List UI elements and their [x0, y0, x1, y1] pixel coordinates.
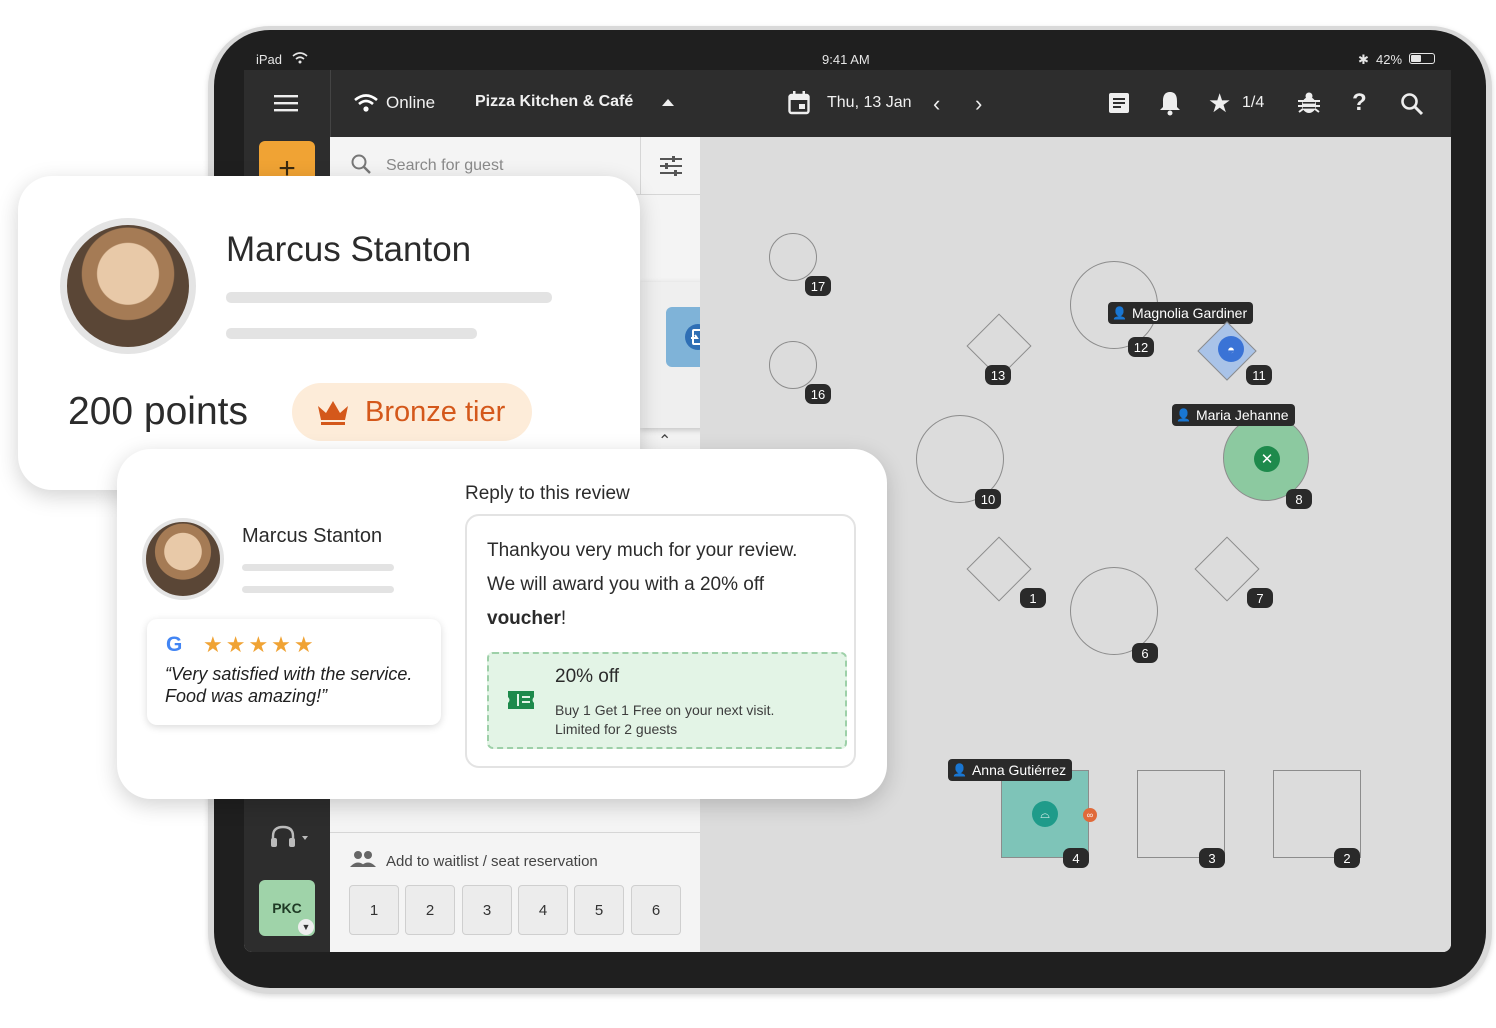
person-icon: 👤	[1176, 408, 1191, 422]
bell-icon[interactable]	[1158, 90, 1182, 116]
table-number: 4	[1063, 848, 1089, 868]
people-icon	[350, 851, 376, 867]
placeholder-line	[242, 586, 394, 593]
table-3[interactable]	[1137, 770, 1225, 858]
voucher-detail: Limited for 2 guests	[555, 721, 678, 737]
placeholder-line	[226, 292, 552, 303]
reviewer-avatar	[142, 518, 224, 600]
points-value: 200 points	[68, 390, 248, 433]
placeholder-line	[226, 328, 477, 339]
dining-status-icon: ◓	[1218, 336, 1244, 362]
tier-label: Bronze tier	[365, 396, 506, 428]
cutlery-icon: ✕	[1254, 446, 1280, 472]
sliders-icon	[660, 155, 682, 176]
bluetooth-icon: ✱	[1358, 52, 1369, 67]
status-battery: 42%	[1376, 52, 1403, 67]
restaurant-selector[interactable]: Pizza Kitchen & Café	[475, 93, 633, 111]
current-date[interactable]: Thu, 13 Jan	[827, 94, 912, 112]
guest-tag[interactable]: 👤 Anna Gutiérrez	[948, 759, 1073, 781]
notes-icon[interactable]	[1108, 92, 1130, 114]
table-6[interactable]	[1070, 567, 1158, 655]
help-icon[interactable]: ?	[1352, 89, 1367, 117]
avatar	[60, 218, 196, 354]
status-time: 9:41 AM	[822, 52, 870, 67]
search-icon[interactable]	[1400, 92, 1424, 116]
battery-icon	[1409, 53, 1435, 64]
crown-icon	[318, 401, 348, 425]
caret-up-icon[interactable]	[662, 99, 674, 106]
rating-stars: ★★★★★	[203, 632, 317, 657]
loyalty-card: Marcus Stanton 200 points Bronze tier	[18, 176, 640, 490]
cloche-icon: ⌓	[1032, 801, 1058, 827]
bug-icon[interactable]	[1297, 91, 1321, 115]
review-text: “Very satisfied with the service. Food w…	[165, 664, 413, 706]
wifi-status-icon	[292, 52, 308, 64]
review-card: Marcus Stanton G ★★★★★ “Very satisfied w…	[117, 449, 887, 799]
reply-box[interactable]: Thankyou very much for your review. We w…	[465, 514, 856, 768]
google-icon: G	[166, 633, 183, 656]
table-number: 17	[805, 276, 831, 296]
link-icon: ∞	[1083, 808, 1097, 822]
waitlist-slot[interactable]: 1	[349, 885, 399, 935]
menu-icon[interactable]	[270, 91, 302, 115]
caret-down-icon[interactable]	[302, 836, 308, 840]
waitlist-slot[interactable]: 2	[405, 885, 455, 935]
app-top-bar: Online Pizza Kitchen & Café Thu, 13 Jan …	[244, 70, 1451, 137]
ticket-icon	[508, 691, 534, 709]
reply-line: We will award you with a 20% off	[487, 574, 765, 595]
table-number: 12	[1128, 337, 1154, 357]
voucher-title: 20% off	[555, 666, 620, 687]
reply-heading: Reply to this review	[465, 483, 630, 504]
table-number: 3	[1199, 848, 1225, 868]
waitlist-label[interactable]: Add to waitlist / seat reservation	[386, 853, 598, 870]
waitlist-slot[interactable]: 6	[631, 885, 681, 935]
tier-badge: Bronze tier	[292, 383, 532, 441]
placeholder-line	[242, 564, 394, 571]
filter-button[interactable]	[640, 137, 701, 195]
chevron-left-icon[interactable]: ‹	[933, 91, 940, 117]
guest-tag[interactable]: 👤 Magnolia Gardiner	[1108, 302, 1254, 324]
person-icon: 👤	[1112, 306, 1127, 320]
search-field-icon	[351, 154, 371, 174]
table-number: 11	[1246, 365, 1272, 385]
guest-tag[interactable]: 👤 Maria Jehanne	[1172, 404, 1295, 426]
favorites-count[interactable]: 1/4	[1242, 94, 1264, 112]
table-17[interactable]	[769, 233, 817, 281]
table-number: 1	[1020, 588, 1046, 608]
person-icon: 👤	[952, 763, 967, 777]
table-number: 7	[1247, 588, 1273, 608]
chevron-down-icon[interactable]: ▼	[298, 919, 314, 935]
chevron-up-icon[interactable]: ⌃	[658, 431, 671, 451]
table-number: 16	[805, 384, 831, 404]
star-icon[interactable]: ★	[1208, 88, 1231, 119]
reply-line: Thankyou very much for your review.	[487, 540, 798, 561]
reply-line: voucher!	[487, 608, 567, 629]
review-box: G ★★★★★ “Very satisfied with the service…	[147, 619, 441, 725]
status-device: iPad	[256, 52, 283, 67]
table-number: 8	[1286, 489, 1312, 509]
table-number: 10	[975, 489, 1001, 509]
calendar-icon[interactable]	[788, 91, 810, 115]
waitlist-slot[interactable]: 3	[462, 885, 512, 935]
headset-icon[interactable]	[269, 824, 297, 850]
search-input[interactable]: Search for guest	[386, 157, 503, 175]
reviewer-name: Marcus Stanton	[242, 525, 383, 547]
waitlist-slot[interactable]: 5	[574, 885, 624, 935]
voucher-detail: Buy 1 Get 1 Free on your next visit.	[555, 702, 775, 718]
chevron-right-icon[interactable]: ›	[975, 91, 982, 117]
table-number: 6	[1132, 643, 1158, 663]
table-number: 13	[985, 365, 1011, 385]
table-2[interactable]	[1273, 770, 1361, 858]
customer-name: Marcus Stanton	[226, 230, 472, 269]
wifi-online-icon	[354, 94, 378, 112]
table-16[interactable]	[769, 341, 817, 389]
online-status[interactable]: Online	[386, 93, 435, 113]
voucher[interactable]: 20% off Buy 1 Get 1 Free on your next vi…	[487, 652, 847, 749]
waitlist-slot[interactable]: 4	[518, 885, 568, 935]
table-number: 2	[1334, 848, 1360, 868]
